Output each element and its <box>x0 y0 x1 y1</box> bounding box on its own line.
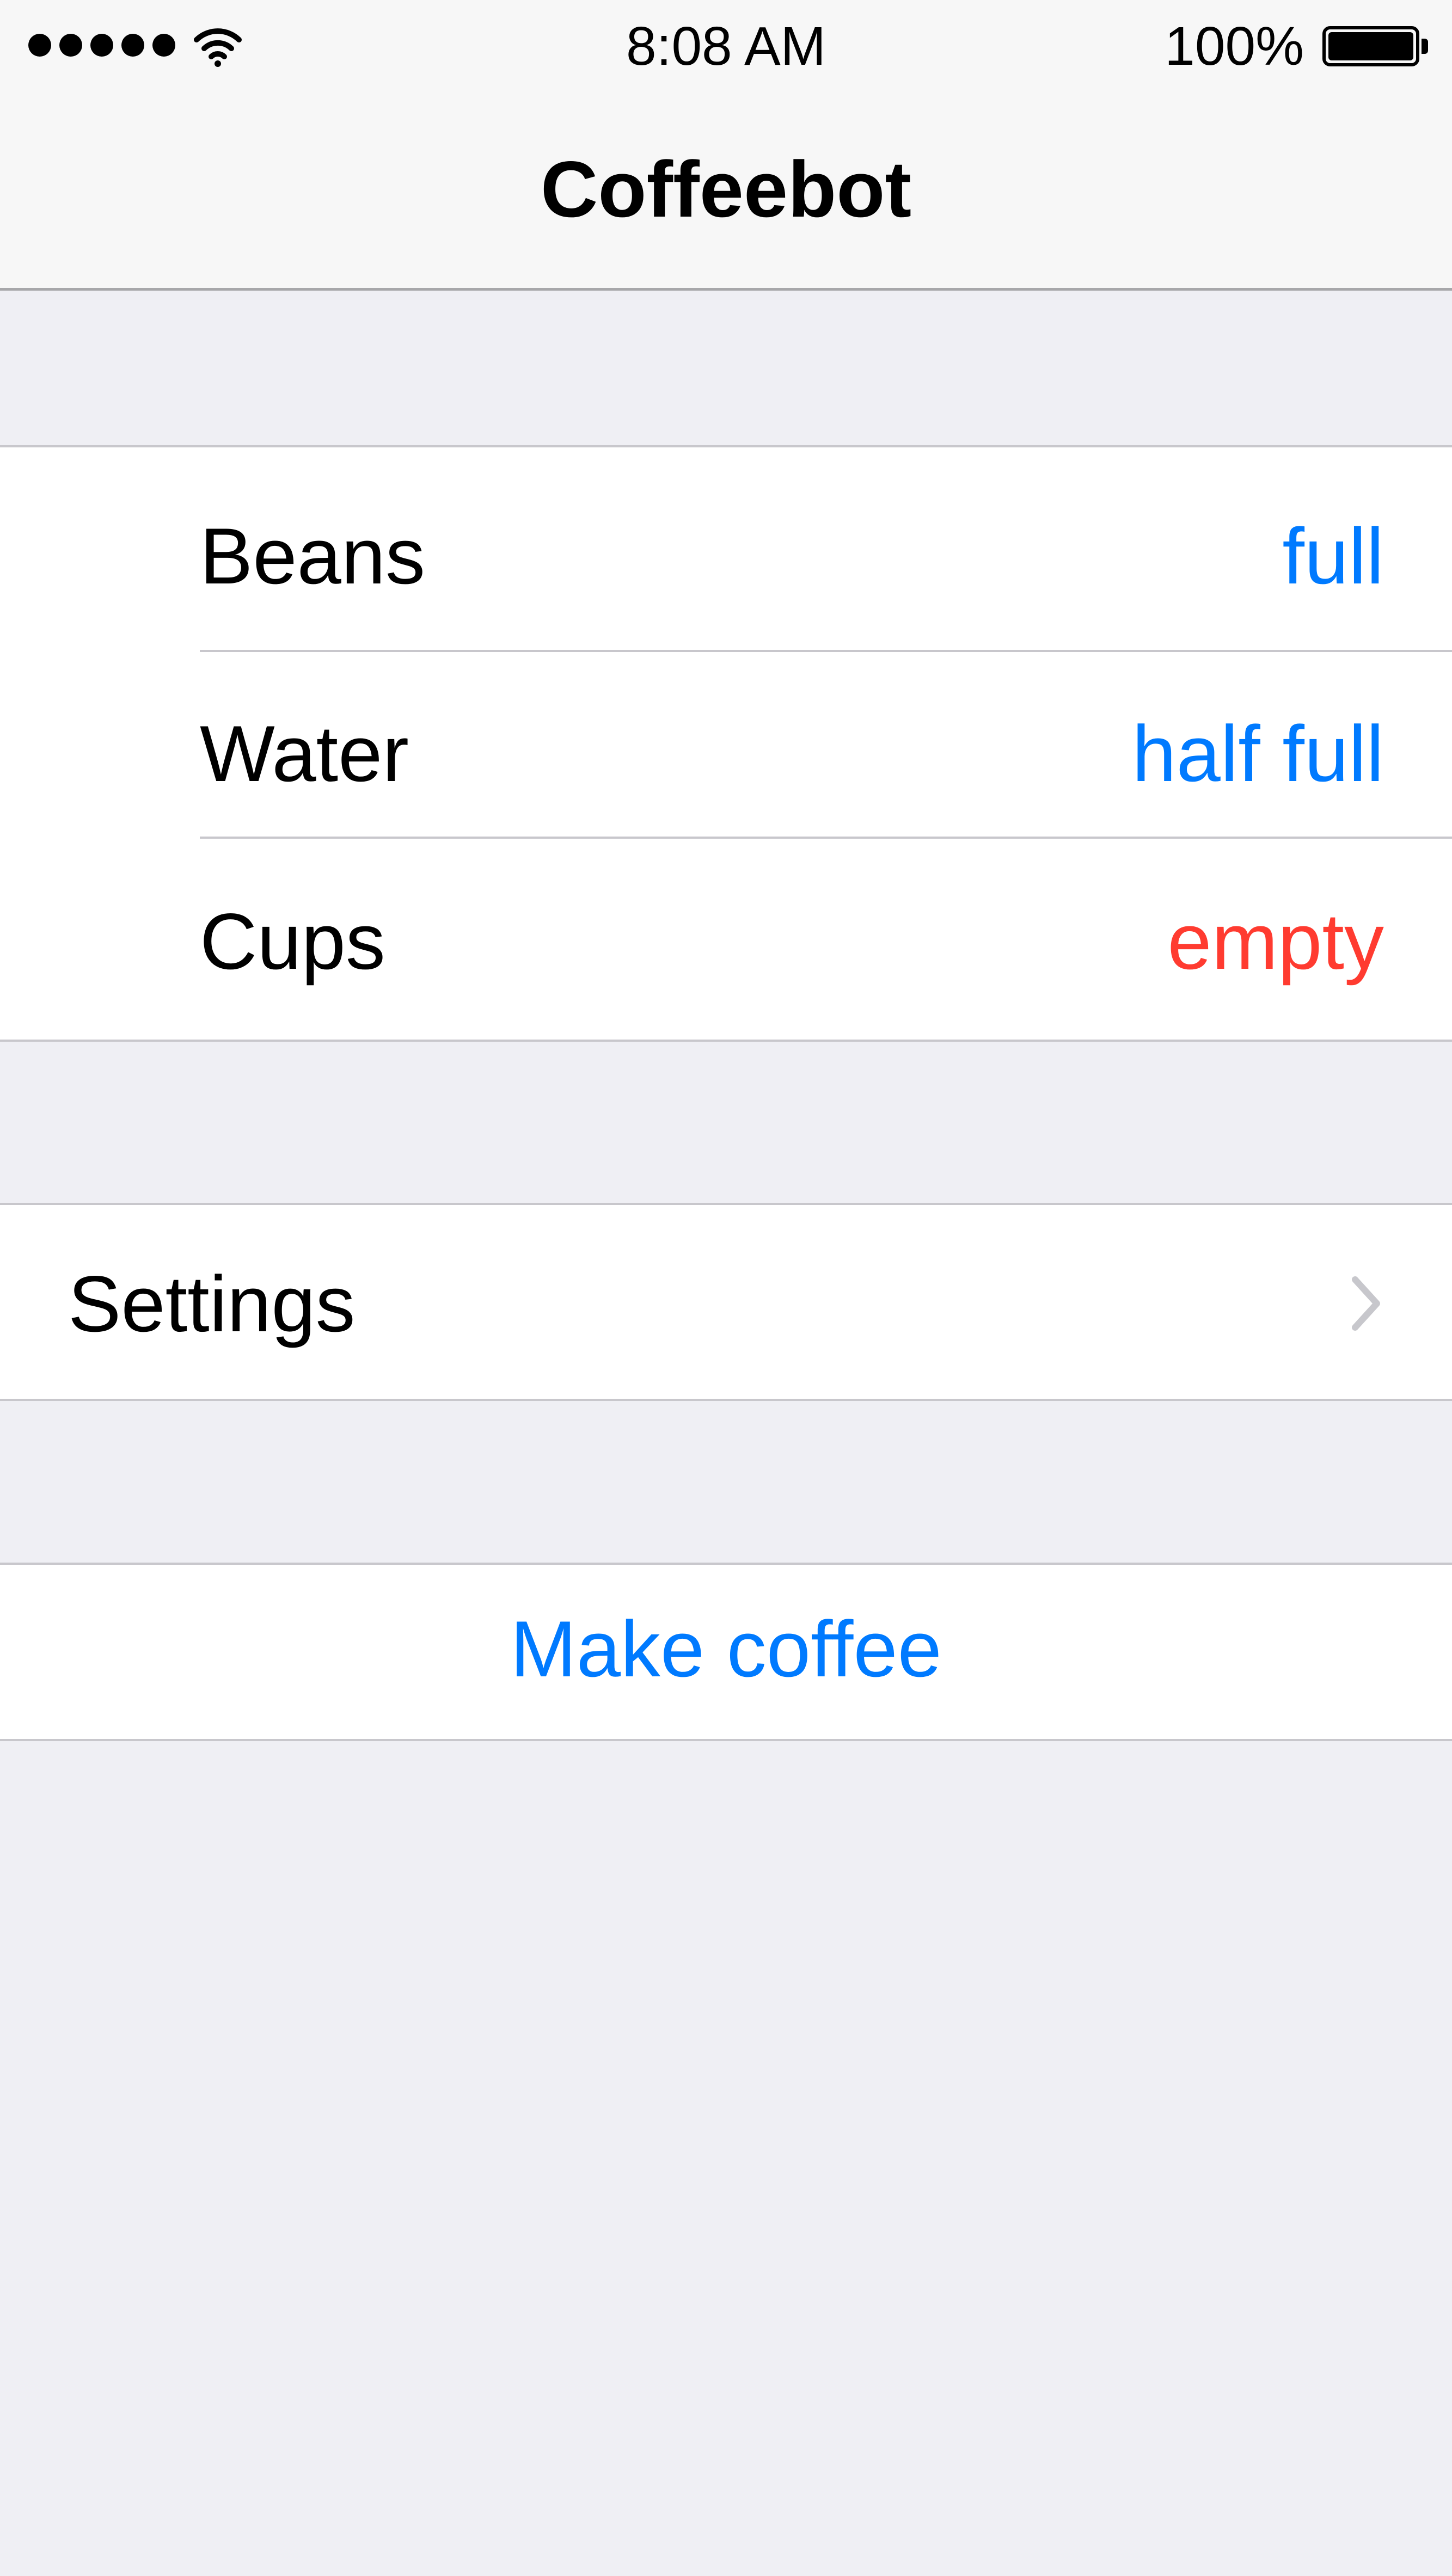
row-value-water: half full <box>1132 709 1384 798</box>
list-item-water: Water half full <box>0 710 1452 797</box>
row-separator <box>200 650 1452 652</box>
row-separator <box>200 837 1452 839</box>
row-label-cups: Cups <box>200 897 385 986</box>
battery-percent: 100% <box>1165 16 1304 77</box>
row-value-beans: full <box>1282 512 1384 600</box>
row-value-cups: empty <box>1167 897 1384 986</box>
page-title: Coffeebot <box>540 145 912 233</box>
list-item-cups: Cups empty <box>0 898 1452 985</box>
row-label-beans: Beans <box>200 512 425 600</box>
list-item-beans: Beans full <box>0 513 1452 600</box>
chevron-right-icon <box>1352 1276 1380 1331</box>
row-label-water: Water <box>200 709 409 798</box>
navigation-bar: 8:08 AM 100% Coffeebot <box>0 0 1452 291</box>
battery-tip <box>1422 39 1428 54</box>
make-coffee-button[interactable]: Make coffee <box>0 1606 1452 1693</box>
settings-label: Settings <box>68 1259 356 1348</box>
battery-group: 100% <box>1165 16 1428 76</box>
battery-fill <box>1328 32 1413 60</box>
battery-icon <box>1322 26 1419 66</box>
